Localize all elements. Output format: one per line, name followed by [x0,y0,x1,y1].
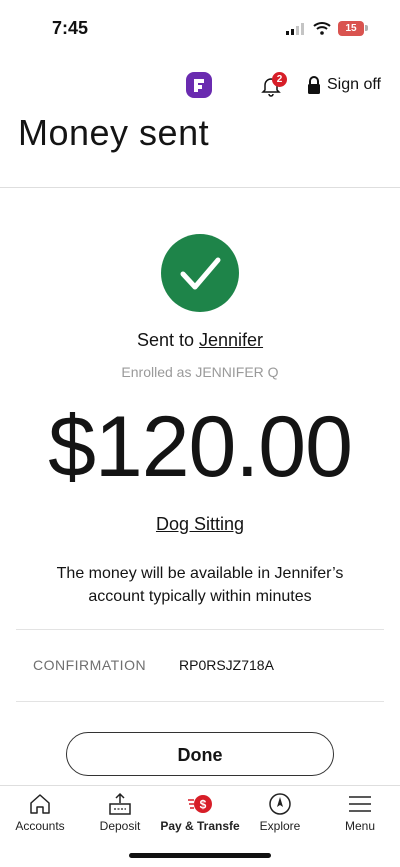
nav-label: Menu [344,819,376,833]
lock-icon[interactable] [306,76,322,94]
nav-pay-transfer[interactable]: $ Pay & Transfe [160,786,240,846]
availability-note: The money will be available in Jennifer’… [56,565,344,605]
amount-sent: $120.00 [48,399,353,495]
battery-indicator: 15 [338,21,364,36]
cell-signal-icon [286,23,304,35]
status-time: 7:45 [52,18,89,38]
wifi-icon [313,22,331,35]
nav-label: Pay & Transfe [160,819,240,833]
nav-explore[interactable]: Explore [240,786,320,846]
done-button[interactable]: Done [66,732,334,776]
svg-text:$: $ [200,798,207,812]
compass-icon [269,793,291,815]
nav-accounts[interactable]: Accounts [0,786,80,846]
nav-label: Accounts [15,819,65,833]
battery-cap [365,25,368,31]
header-divider [0,187,400,188]
pay-transfer-icon: $ [188,795,212,813]
payment-memo: Dog Sitting [155,514,245,534]
confirmation-label: CONFIRMATION [33,657,147,673]
menu-icon [349,796,371,812]
nav-deposit[interactable]: Deposit [80,786,160,846]
home-icon [30,794,50,814]
recipient-name: Jennifer [199,330,264,350]
bottom-nav: Accounts Deposit $ Pay & Transfe Explore [0,785,400,846]
enrolled-as-text: Enrolled as JENNIFER Q [121,364,279,380]
success-check-icon [161,234,239,312]
nav-label: Deposit [99,819,141,833]
confirmation-number: RP0RSJZ718A [179,657,274,673]
home-indicator[interactable] [129,853,271,858]
sent-to-prefix: Sent to [136,330,199,350]
nav-label: Explore [259,819,301,833]
page-title: Money sent [18,112,210,153]
sent-to-line: Sent to Jennifer [0,330,400,351]
divider-top [16,629,384,630]
notification-badge: 2 [272,72,287,87]
sign-off-link[interactable]: Sign off [327,76,381,94]
deposit-icon [109,792,131,815]
nav-menu[interactable]: Menu [320,786,400,846]
divider-bottom [16,701,384,702]
assistant-logo-icon[interactable] [186,72,212,98]
